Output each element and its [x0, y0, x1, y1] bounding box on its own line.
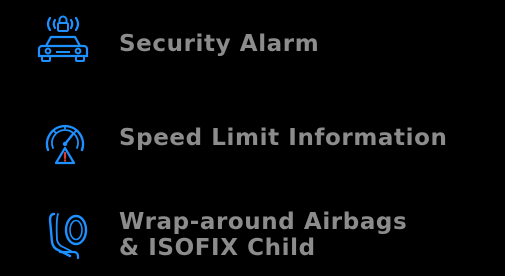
feature-label: Security Alarm	[119, 31, 320, 57]
car-alarm-icon	[34, 12, 92, 66]
speedometer-warning-icon	[40, 118, 90, 168]
feature-label: Wrap-around Airbags & ISOFIX Child	[119, 209, 499, 261]
feature-label-line-1: Wrap-around Airbags	[119, 209, 408, 235]
airbag-seat-icon	[44, 208, 94, 262]
feature-label: Speed Limit Information	[119, 125, 448, 151]
feature-label-line-2: & ISOFIX Child	[119, 235, 316, 261]
